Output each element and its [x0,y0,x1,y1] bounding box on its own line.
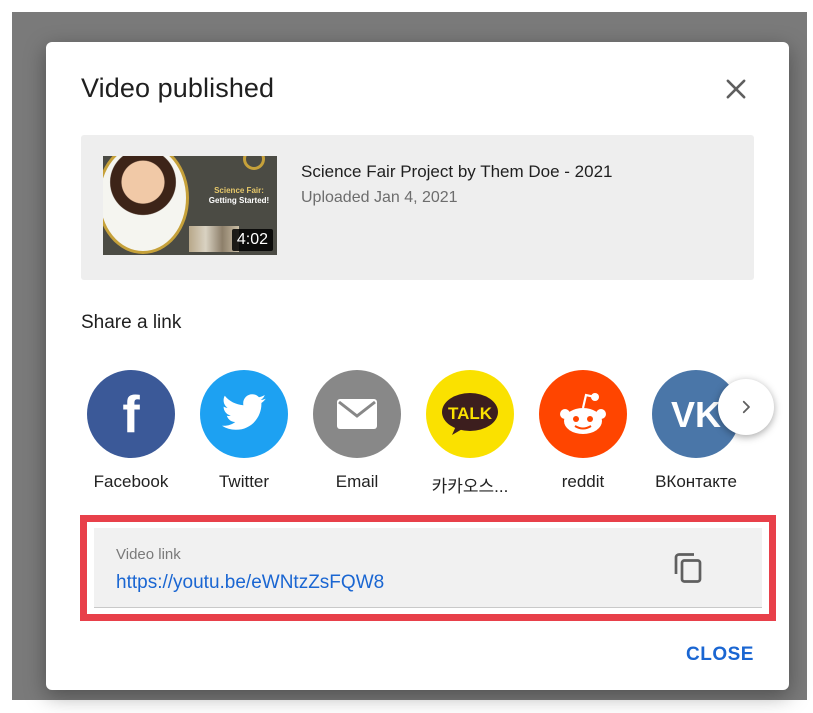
twitter-icon [200,370,288,458]
facebook-icon: f [87,370,175,458]
link-highlight-box [80,515,776,621]
chevron-right-icon [742,400,750,414]
thumbnail-text-line2: Getting Started! [208,196,270,205]
video-thumbnail[interactable]: Science Fair: Getting Started! 4:02 [103,156,277,255]
share-label-facebook: Facebook [93,472,169,491]
share-facebook-button[interactable]: f Facebook [76,370,186,492]
svg-text:TALK: TALK [448,404,493,423]
thumbnail-text-line1: Science Fair: [214,186,264,195]
share-label-email: Email [335,472,379,491]
svg-text:f: f [122,388,140,440]
video-duration-badge: 4:02 [231,229,273,251]
thumbnail-decoration [243,156,265,170]
share-kakaotalk-button[interactable]: TALK 카카오스... [415,370,525,497]
share-section-label: Share a link [81,312,182,333]
share-label-kakaotalk: 카카오스... [431,477,509,496]
email-icon [313,370,401,458]
share-twitter-button[interactable]: Twitter [189,370,299,492]
reddit-icon [539,370,627,458]
dialog-title: Video published [81,73,275,103]
share-next-button[interactable] [718,379,774,435]
thumbnail-person-image [103,156,189,254]
share-reddit-button[interactable]: reddit [528,370,638,492]
share-label-reddit: reddit [561,472,605,491]
kakaotalk-icon: TALK [426,370,514,458]
video-title: Science Fair Project by Them Doe - 2021 [301,162,613,181]
close-icon[interactable] [722,75,750,103]
share-dialog: Video published Science Fair: Getting St… [46,42,789,690]
share-label-vk: ВКонтакте [655,472,737,491]
close-button[interactable]: CLOSE [686,644,754,666]
video-card: Science Fair: Getting Started! 4:02 Scie… [81,135,754,280]
video-upload-date: Uploaded Jan 4, 2021 [301,189,458,206]
svg-text:VK: VK [671,397,721,431]
share-email-button[interactable]: Email [302,370,412,492]
share-label-twitter: Twitter [218,472,270,491]
